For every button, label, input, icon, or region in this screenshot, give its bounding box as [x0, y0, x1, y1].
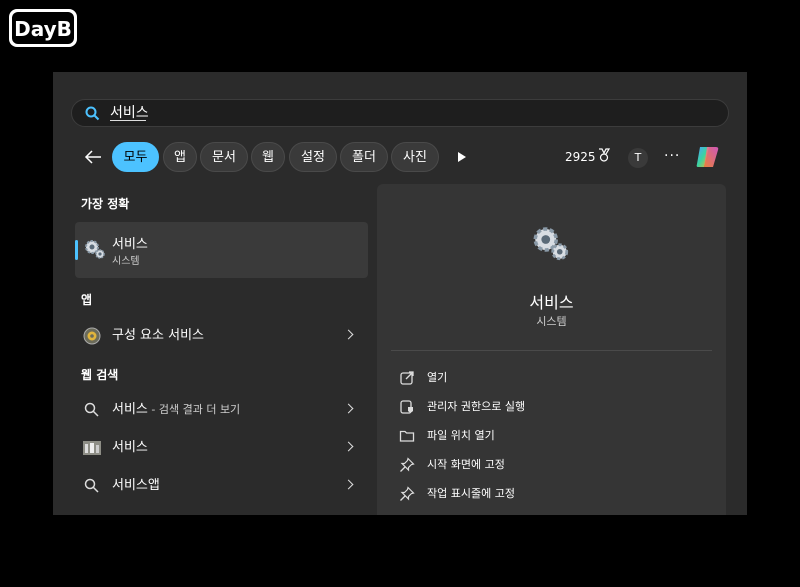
best-match-title: 서비스: [112, 237, 148, 252]
web-search-heading: 웹 검색: [81, 368, 119, 382]
search-icon: [85, 106, 100, 121]
filter-chip-documents[interactable]: 문서: [200, 142, 248, 172]
search-input[interactable]: 서비스: [110, 100, 149, 126]
preview-panel: 서비스 시스템 열기 관리자 권한으로 실행 파일 위치 열기 시작 화면에 고…: [377, 184, 726, 515]
filter-chip-settings[interactable]: 설정: [289, 142, 337, 172]
pin-icon: [400, 486, 415, 501]
best-match-item[interactable]: 서비스 시스템: [75, 222, 368, 278]
user-avatar[interactable]: T: [628, 148, 648, 168]
filter-chip-photos[interactable]: 사진: [391, 142, 439, 172]
divider: [391, 350, 712, 351]
chevron-right-icon[interactable]: [343, 479, 354, 490]
chevron-right-icon[interactable]: [343, 441, 354, 452]
filter-chip-web[interactable]: 웹: [251, 142, 285, 172]
text-underline: [110, 120, 146, 121]
list-item-label: 서비스: [112, 440, 148, 455]
list-item-label: 서비스 - 검색 결과 더 보기: [112, 402, 241, 417]
filter-chip-apps[interactable]: 앱: [163, 142, 197, 172]
more-options-button[interactable]: ···: [664, 148, 680, 164]
search-box[interactable]: 서비스: [71, 99, 729, 127]
copilot-icon[interactable]: [694, 143, 722, 171]
filter-chip-all[interactable]: 모두: [112, 142, 159, 172]
rewards-points: 2925: [565, 150, 596, 164]
services-gear-icon: [85, 240, 105, 259]
folder-icon: [399, 430, 415, 442]
best-match-heading: 가장 정확: [81, 197, 130, 211]
list-item-label: 구성 요소 서비스: [112, 328, 204, 343]
search-icon: [84, 478, 99, 493]
filter-chip-folders[interactable]: 폴더: [340, 142, 388, 172]
list-item-web-more-results[interactable]: 서비스 - 검색 결과 더 보기: [75, 395, 368, 425]
pin-icon: [400, 457, 415, 472]
best-match-subtitle: 시스템: [112, 256, 140, 267]
shield-icon: [400, 400, 413, 414]
selection-indicator: [75, 240, 78, 260]
chevron-right-icon[interactable]: [343, 403, 354, 414]
more-filters-play-icon[interactable]: [458, 152, 466, 162]
preview-title: 서비스: [529, 293, 574, 312]
open-external-icon: [400, 371, 414, 385]
svg-text:DayB: DayB: [14, 17, 72, 41]
apps-heading: 앱: [81, 293, 93, 307]
rewards-medal-icon[interactable]: [597, 148, 611, 162]
component-services-icon: [83, 327, 101, 345]
search-icon: [84, 402, 99, 417]
list-item-component-services[interactable]: 구성 요소 서비스: [75, 321, 368, 351]
back-arrow-icon[interactable]: [83, 148, 103, 166]
image-thumbnail-icon: [83, 441, 101, 455]
chevron-right-icon[interactable]: [343, 329, 354, 340]
list-item-label: 서비스앱: [112, 478, 160, 493]
search-window: 서비스 모두 앱 문서 웹 설정 폴더 사진 2925 T ··· 가장 정확: [53, 72, 747, 515]
list-item-web-app[interactable]: 서비스앱: [75, 471, 368, 501]
dayb-logo: DayB: [9, 9, 77, 47]
services-gear-icon: [533, 227, 569, 261]
preview-subtitle: 시스템: [536, 315, 567, 328]
list-item-web-result[interactable]: 서비스: [75, 433, 368, 463]
